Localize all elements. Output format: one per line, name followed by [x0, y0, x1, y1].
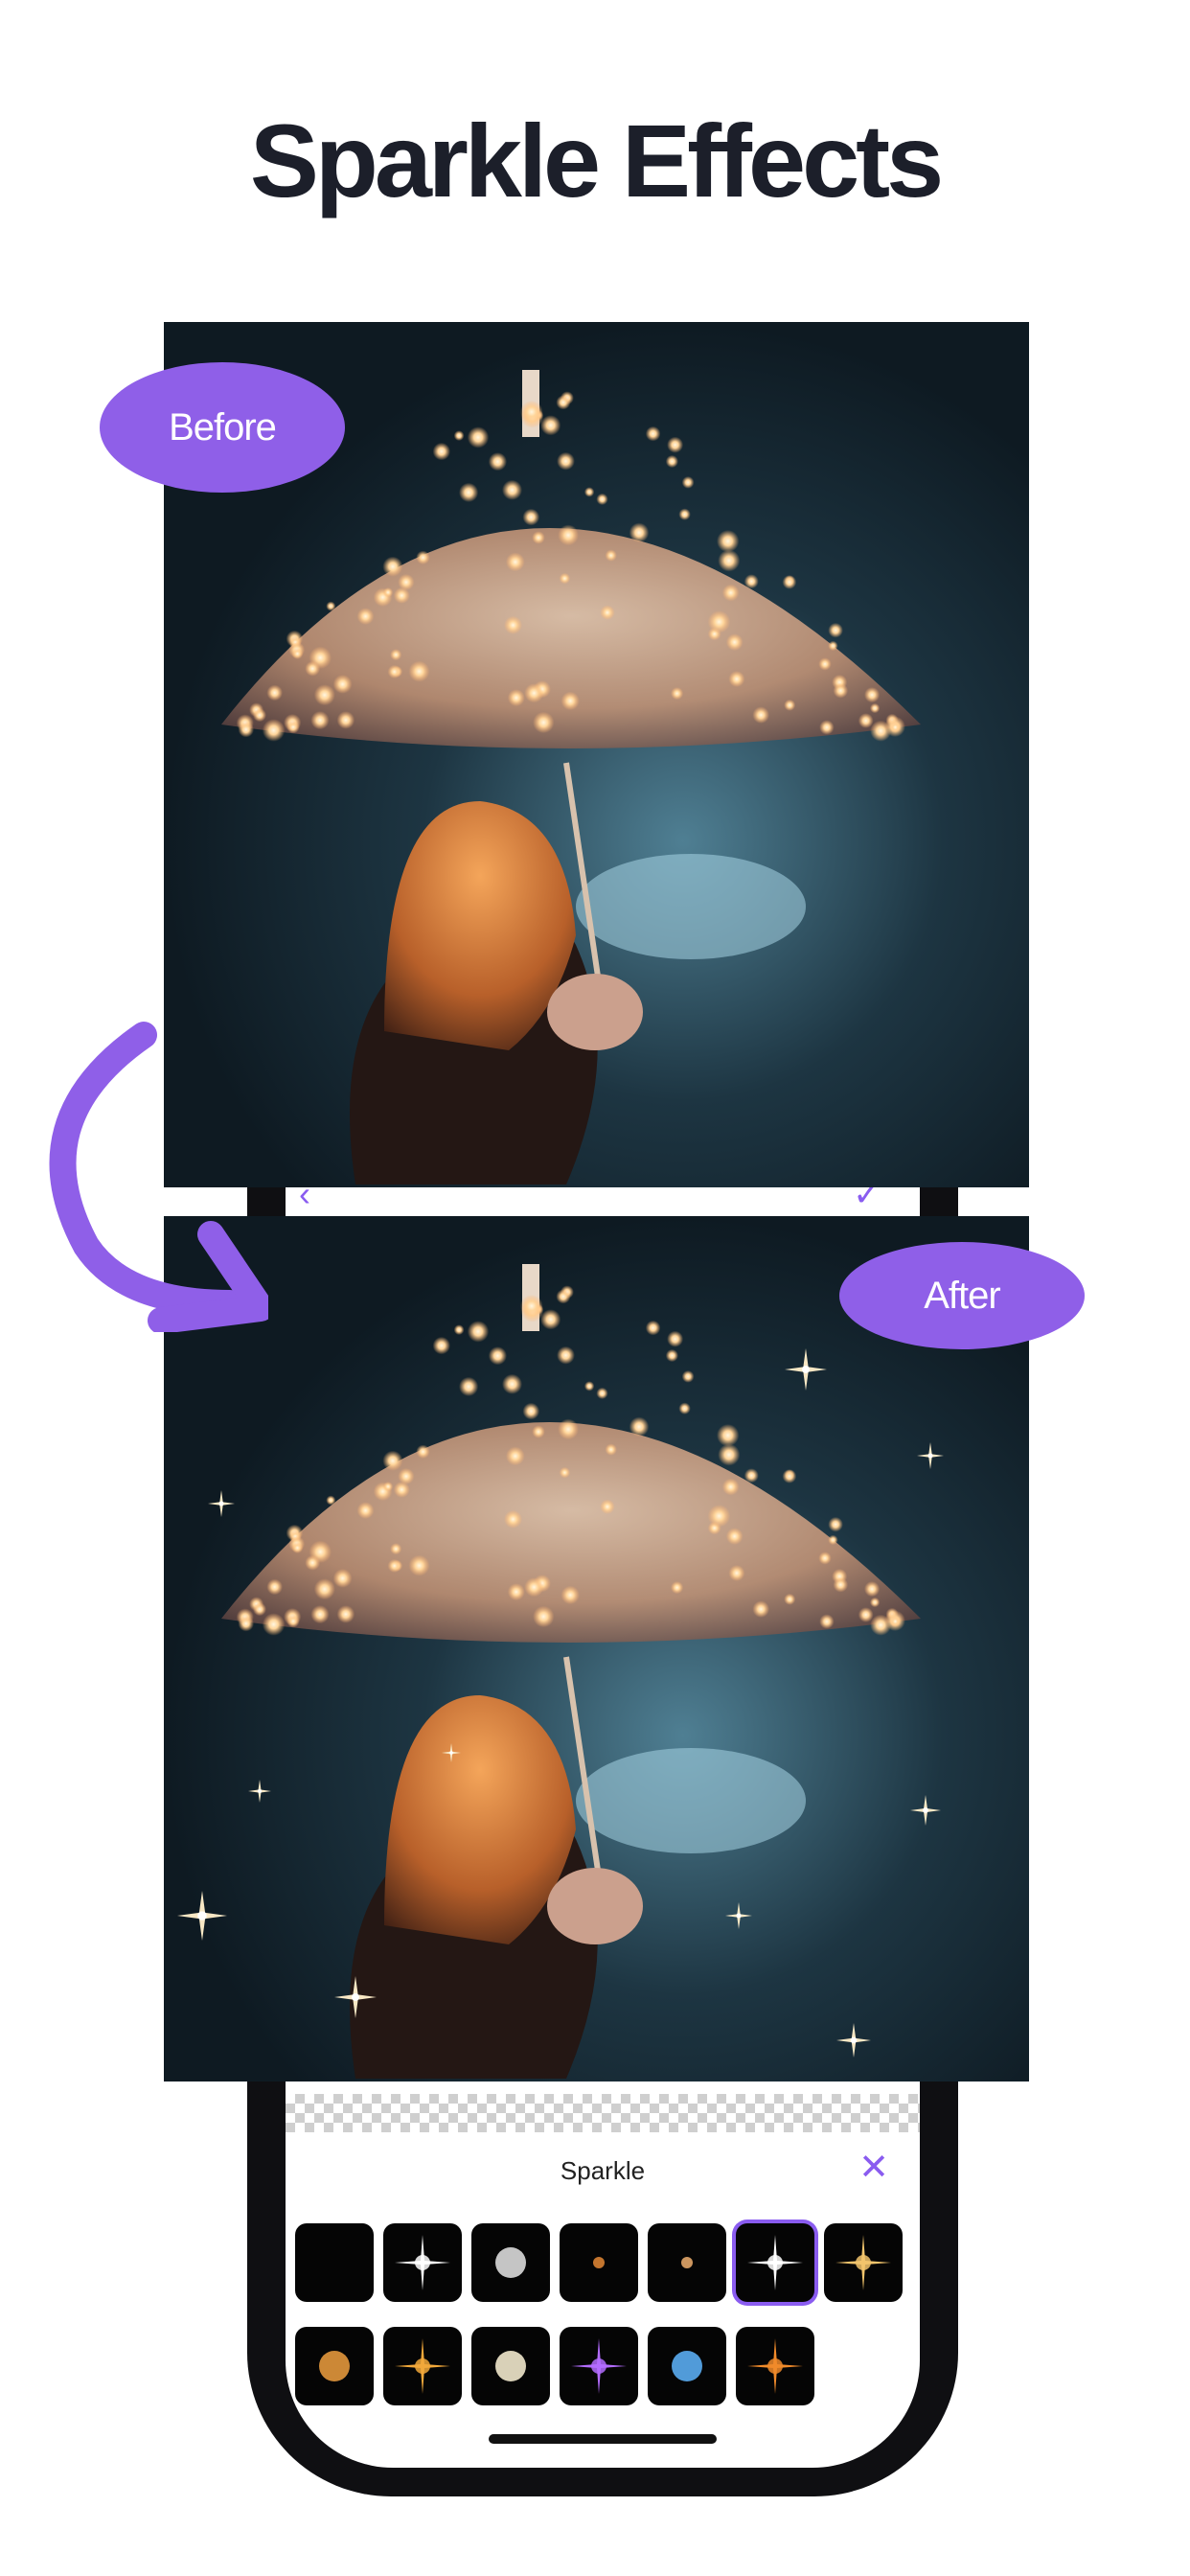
- sparkle-preset-gold-star-icon[interactable]: [824, 2223, 903, 2302]
- sparkle-preset-small-dot-icon[interactable]: [648, 2223, 726, 2302]
- sparkle-preset-cross-star-icon[interactable]: [736, 2223, 814, 2302]
- sparkle-preset-warm-flare-icon[interactable]: [295, 2327, 374, 2405]
- sparkle-preset-orange-dot-icon[interactable]: [560, 2223, 638, 2302]
- sparkle-preset-purple-flare-icon[interactable]: [560, 2327, 638, 2405]
- sparkle-preset-orange-flare-icon[interactable]: [736, 2327, 814, 2405]
- after-photo: [164, 1216, 1029, 2082]
- after-label: After: [839, 1242, 1085, 1349]
- curved-arrow-icon: [49, 1022, 268, 1332]
- before-label: Before: [100, 362, 345, 493]
- sparkle-preset-none-icon[interactable]: [295, 2223, 374, 2302]
- sparkle-preset-blue-flare-icon[interactable]: [648, 2327, 726, 2405]
- sparkle-preset-white-star-icon[interactable]: [383, 2223, 462, 2302]
- sparkle-preset-amber-star-icon[interactable]: [383, 2327, 462, 2405]
- headline: Sparkle Effects: [249, 103, 944, 218]
- sparkle-preset-bright-orb-icon[interactable]: [471, 2327, 550, 2405]
- home-indicator: [489, 2434, 717, 2444]
- sparkle-preset-soft-glow-icon[interactable]: [471, 2223, 550, 2302]
